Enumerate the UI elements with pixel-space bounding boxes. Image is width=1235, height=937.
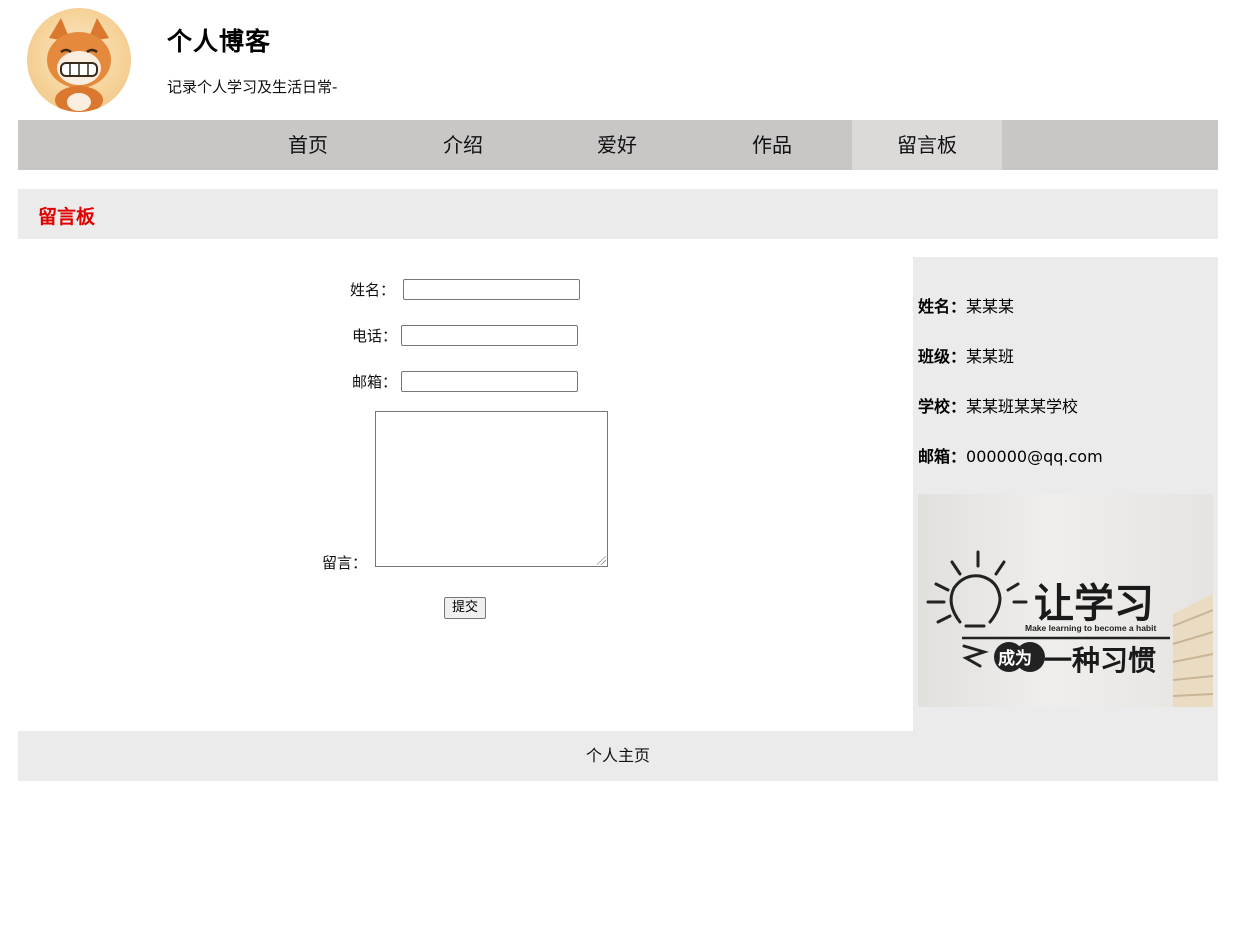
section-title: 留言板 (38, 206, 96, 228)
phone-input[interactable] (401, 325, 578, 346)
books-icon (1172, 594, 1213, 707)
submit-button[interactable]: 提交 (444, 597, 486, 619)
profile-school-key: 学校： (918, 397, 967, 416)
site-title: 个人博客 (167, 27, 272, 56)
email-label: 邮箱： (352, 373, 398, 391)
section-header: 留言板 (18, 189, 1218, 239)
banner-main-text: 让学习 (1034, 581, 1154, 627)
main-nav: 首页 介绍 爱好 作品 留言板 (18, 120, 1218, 170)
profile-email-value: 000000@qq.com (966, 447, 1103, 466)
profile-class-value: 某某班 (966, 347, 1015, 366)
profile-name-key: 姓名： (918, 297, 967, 316)
email-input[interactable] (401, 371, 578, 392)
message-label: 留言： (322, 554, 368, 572)
footer: 个人主页 (18, 731, 1218, 781)
study-banner-image: 让学习 Make learning to become a habit 成为 一… (918, 494, 1213, 707)
banner-badge-text: 成为 (998, 648, 1032, 669)
banner-tail-text: 一种习惯 (1044, 644, 1156, 677)
profile-email: 邮箱：000000@qq.com (918, 443, 1103, 467)
site-subtitle: 记录个人学习及生活日常- (167, 78, 338, 96)
nav-hobbies[interactable]: 爱好 (542, 120, 692, 170)
profile-school: 学校：某某班某某学校 (918, 393, 1078, 417)
avatar (27, 8, 131, 112)
profile-name: 姓名：某某某 (918, 293, 1014, 317)
nav-home[interactable]: 首页 (233, 120, 383, 170)
profile-email-key: 邮箱： (918, 447, 967, 466)
nav-intro[interactable]: 介绍 (388, 120, 538, 170)
banner-english-text: Make learning to become a habit (1025, 623, 1156, 633)
profile-class-key: 班级： (918, 347, 967, 366)
phone-label: 电话： (352, 327, 398, 345)
profile-sidebar: 姓名：某某某 班级：某某班 学校：某某班某某学校 邮箱：000000@qq.co… (913, 257, 1218, 731)
profile-name-value: 某某某 (966, 297, 1015, 316)
profile-class: 班级：某某班 (918, 343, 1014, 367)
nav-works[interactable]: 作品 (697, 120, 847, 170)
fox-avatar-icon (47, 18, 111, 112)
name-label: 姓名： (350, 281, 396, 299)
lightbulb-icon (926, 550, 1028, 628)
nav-guestbook[interactable]: 留言板 (852, 120, 1002, 170)
message-textarea[interactable] (375, 411, 608, 567)
name-input[interactable] (403, 279, 580, 300)
resize-grip-icon[interactable] (597, 556, 606, 565)
profile-school-value: 某某班某某学校 (966, 397, 1079, 416)
footer-text: 个人主页 (585, 746, 650, 765)
